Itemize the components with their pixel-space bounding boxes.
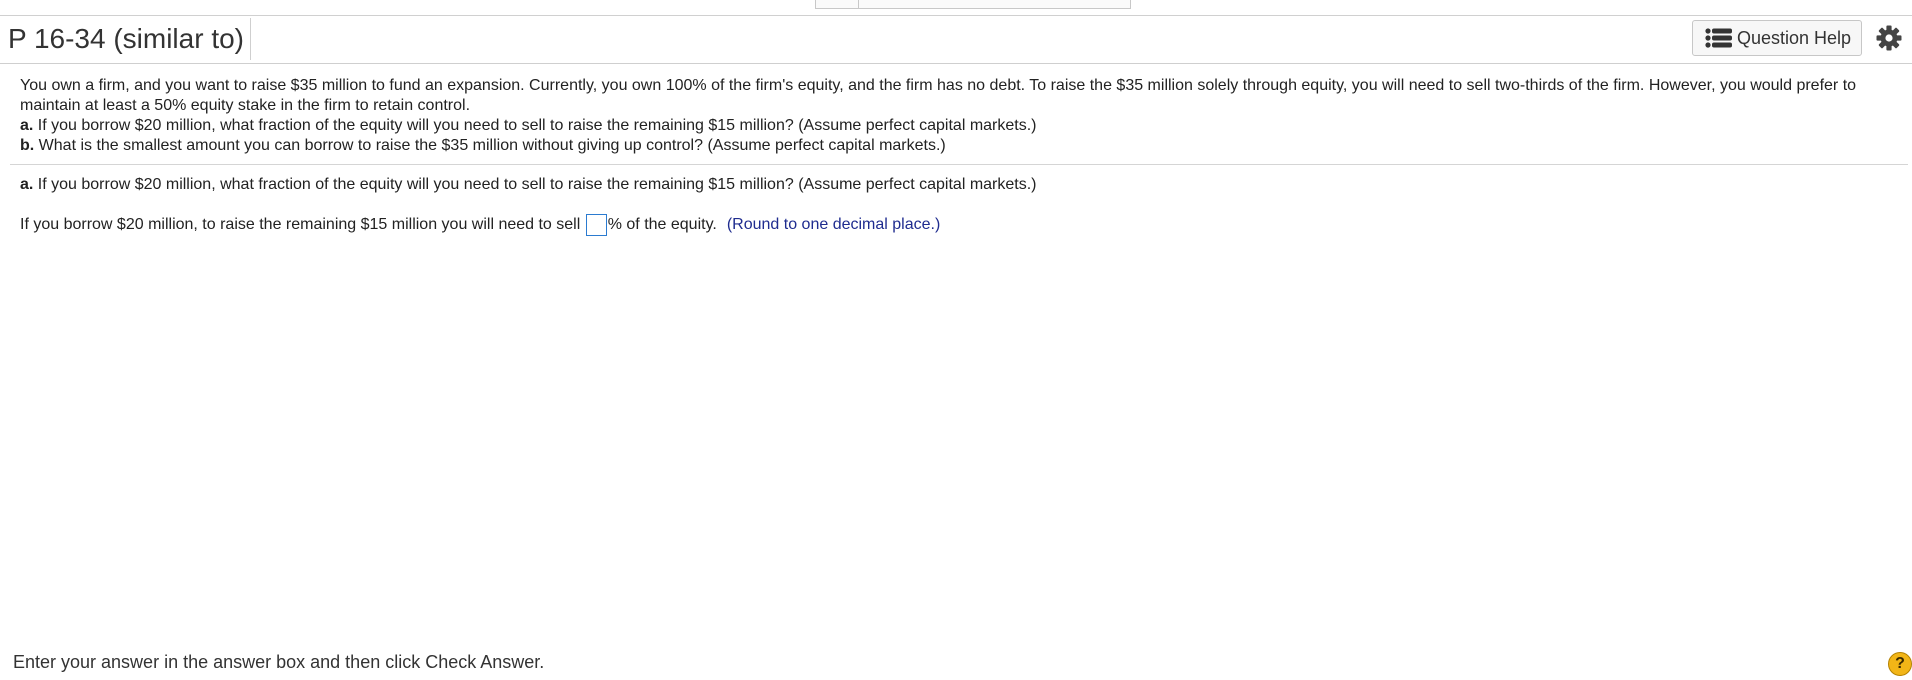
rounding-hint: (Round to one decimal place.) bbox=[726, 216, 941, 233]
question-help-label: Question Help bbox=[1737, 27, 1852, 48]
current-part-text: If you borrow $20 million, what fraction… bbox=[33, 176, 1037, 193]
question-help-button[interactable]: Question Help bbox=[1692, 20, 1862, 56]
answer-input[interactable] bbox=[585, 214, 607, 236]
title-bar: P 16-34 (similar to) Question Help bbox=[0, 15, 1912, 64]
nav-prev-tab[interactable] bbox=[815, 0, 859, 9]
nav-center-tab[interactable] bbox=[858, 0, 1088, 9]
current-part-label: a. bbox=[20, 176, 34, 193]
current-part-question: a. If you borrow $20 million, what fract… bbox=[20, 175, 1036, 195]
part-a-text: If you borrow $20 million, what fraction… bbox=[33, 117, 1037, 134]
problem-part-b: b. What is the smallest amount you can b… bbox=[20, 136, 1900, 156]
nav-next-tab[interactable] bbox=[1087, 0, 1131, 9]
problem-statement: You own a firm, and you want to raise $3… bbox=[20, 76, 1900, 156]
footer-instruction: Enter your answer in the answer box and … bbox=[13, 652, 545, 672]
list-icon bbox=[1705, 28, 1732, 48]
answer-text-before: If you borrow $20 million, to raise the … bbox=[20, 216, 585, 233]
top-bar bbox=[0, 0, 1912, 16]
page-title: P 16-34 (similar to) bbox=[8, 18, 252, 60]
problem-part-a: a. If you borrow $20 million, what fract… bbox=[20, 116, 1900, 136]
part-b-label: b. bbox=[20, 137, 35, 154]
answer-line: If you borrow $20 million, to raise the … bbox=[20, 214, 940, 236]
problem-intro: You own a firm, and you want to raise $3… bbox=[20, 77, 1857, 114]
help-button[interactable]: ? bbox=[1888, 652, 1912, 676]
answer-text-after: % of the equity. bbox=[607, 216, 717, 233]
gear-icon[interactable] bbox=[1876, 25, 1902, 51]
part-a-label: a. bbox=[20, 117, 34, 134]
part-b-text: What is the smallest amount you can borr… bbox=[34, 137, 946, 154]
section-divider bbox=[10, 164, 1908, 165]
